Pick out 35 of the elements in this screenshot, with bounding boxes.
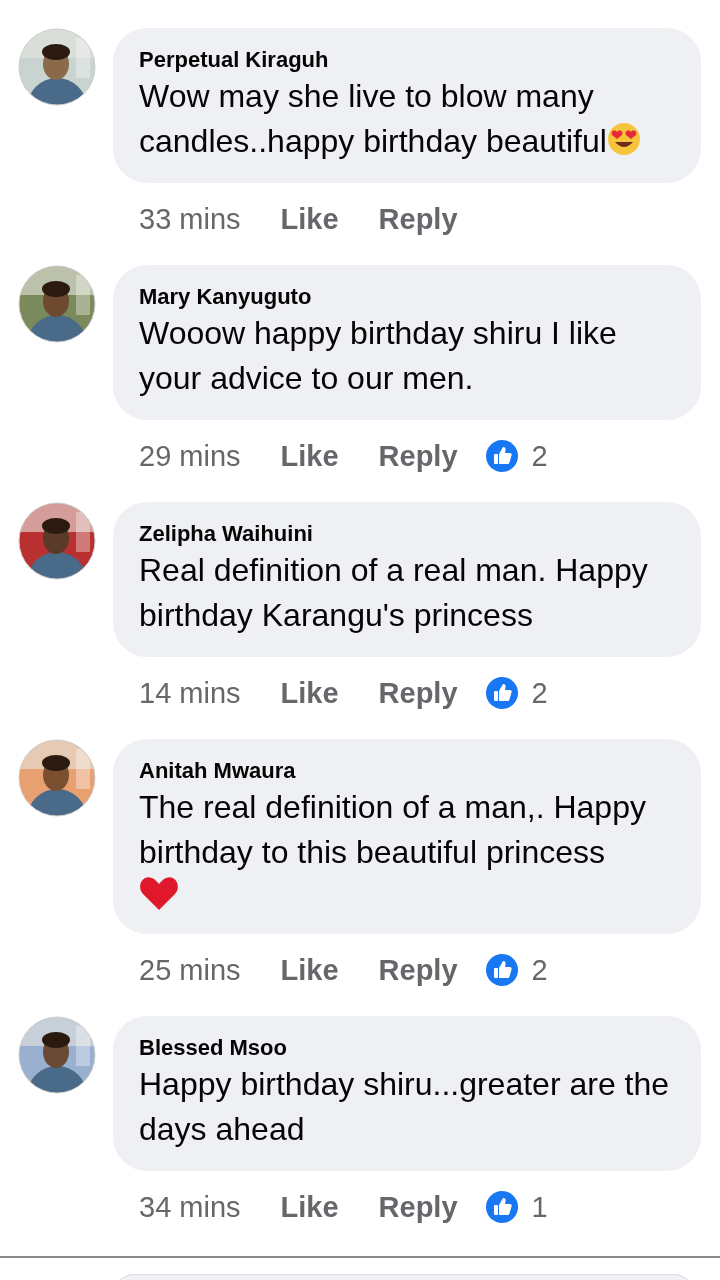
comment-time: 14 mins — [139, 676, 241, 710]
author-name[interactable]: Zelipha Waihuini — [139, 520, 673, 548]
author-name[interactable]: Mary Kanyuguto — [139, 283, 673, 311]
reaction-count[interactable]: 2 — [531, 953, 548, 987]
heart-icon — [139, 875, 179, 911]
reaction-count[interactable]: 2 — [531, 676, 548, 710]
like-link[interactable]: Like — [280, 953, 339, 987]
like-reaction-icon — [485, 954, 518, 986]
comment-text: Wooow happy birthday shiru I like your advice to our men. — [139, 314, 618, 398]
comment-text: Happy birthday shiru...greater are the days ahead — [139, 1065, 671, 1149]
author-name[interactable]: Blessed Msoo — [139, 1034, 673, 1062]
comment-time: 25 mins — [139, 953, 241, 987]
comment-text: The real definition of a man,. Happy birthday to this beautiful princess — [139, 788, 647, 872]
comment-text: Wow may she live to blow many candles..happy birthday beautiful — [139, 74, 673, 164]
heart-eyes-emoji-icon — [606, 122, 641, 156]
reaction-count[interactable]: 1 — [531, 1190, 548, 1224]
comment-time: 29 mins — [139, 439, 241, 473]
like-reaction-icon — [485, 1191, 518, 1223]
like-link[interactable]: Like — [280, 676, 339, 710]
reply-link[interactable]: Reply — [378, 439, 458, 473]
comment-time: 33 mins — [139, 202, 241, 236]
reply-link[interactable]: Reply — [378, 676, 458, 710]
reply-link[interactable]: Reply — [378, 202, 458, 236]
like-link[interactable]: Like — [280, 439, 339, 473]
reaction-count[interactable]: 2 — [531, 439, 548, 473]
like-link[interactable]: Like — [280, 202, 339, 236]
reply-link[interactable]: Reply — [378, 953, 458, 987]
like-link[interactable]: Like — [280, 1190, 339, 1224]
comment-time: 34 mins — [139, 1190, 241, 1224]
author-name[interactable]: Perpetual Kiraguh — [139, 46, 673, 74]
comment-text: Real definition of a real man. Happy birthday Karangu's princess — [139, 551, 649, 635]
like-reaction-icon — [485, 677, 518, 709]
like-reaction-icon — [485, 440, 518, 472]
reply-link[interactable]: Reply — [378, 1190, 458, 1224]
author-name[interactable]: Anitah Mwaura — [139, 757, 673, 785]
